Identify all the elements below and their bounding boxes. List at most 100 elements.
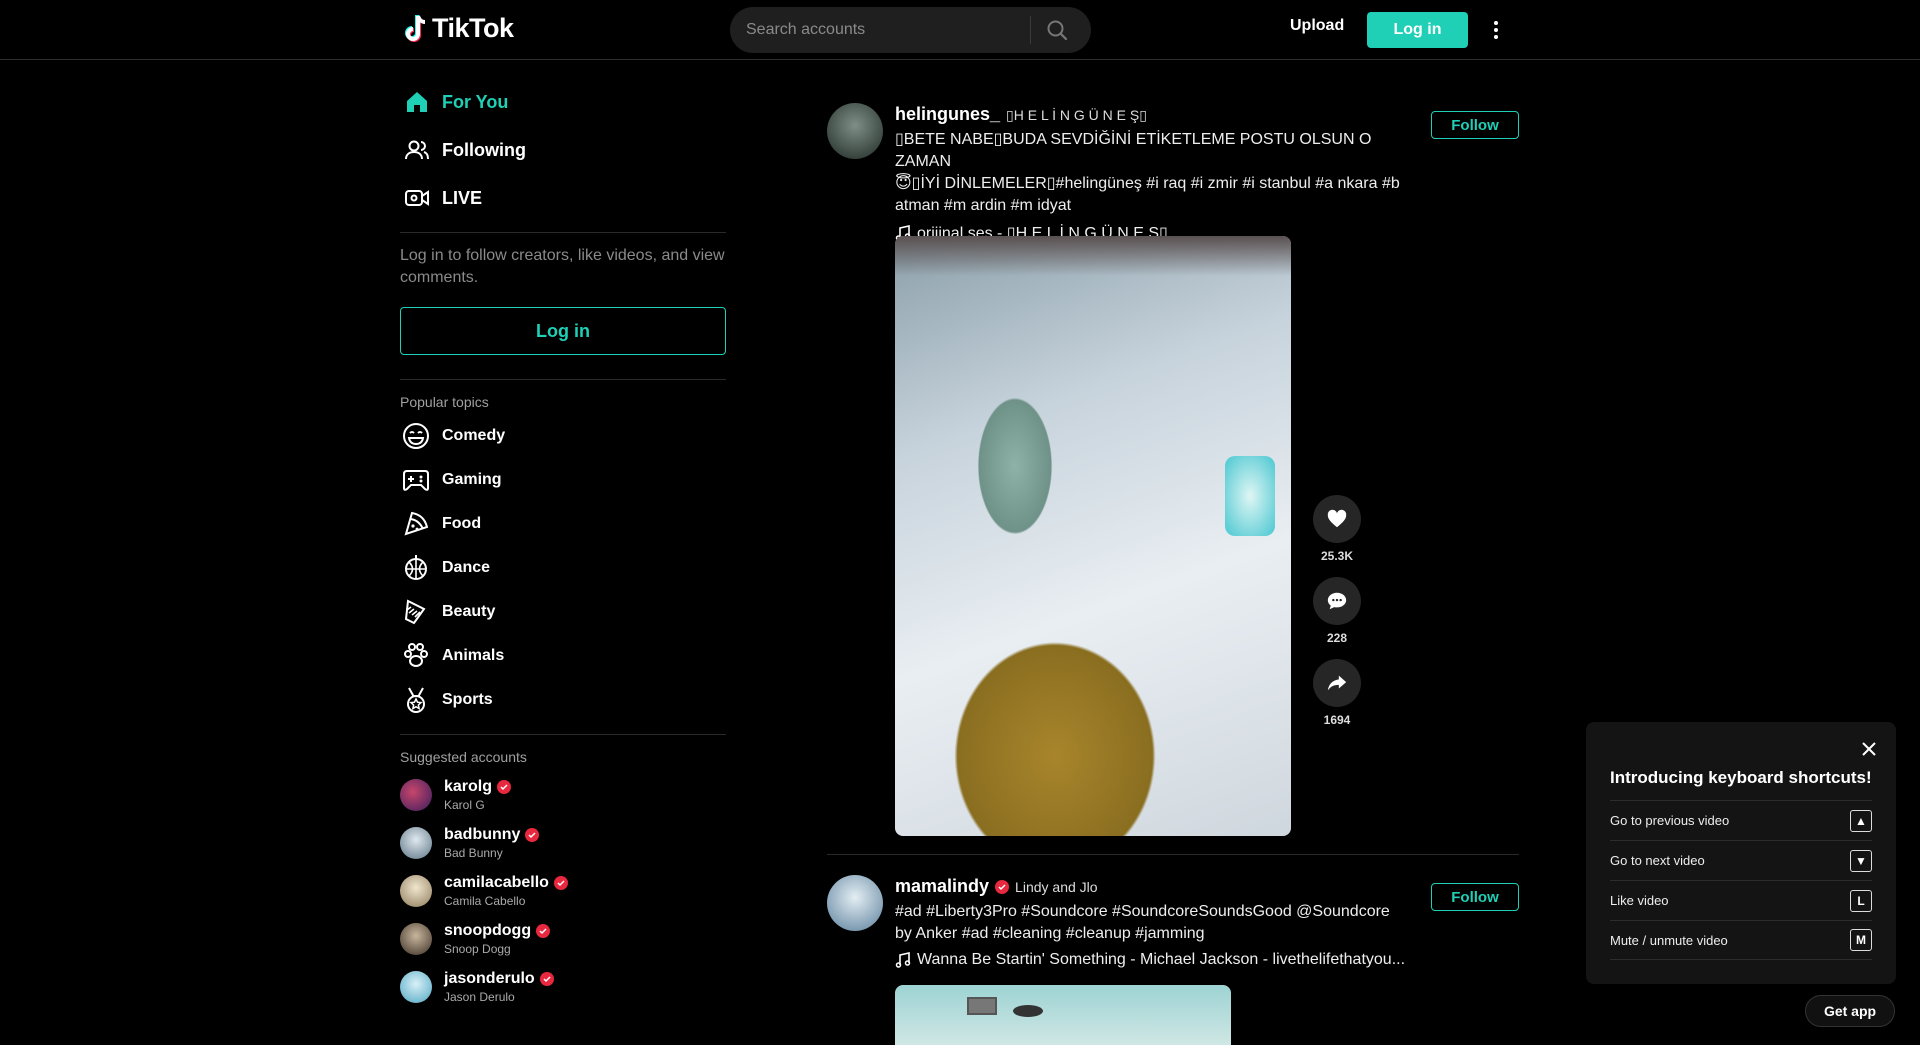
divider xyxy=(400,734,726,735)
comment-icon xyxy=(1327,592,1347,610)
more-menu-icon[interactable] xyxy=(1486,16,1506,44)
topic-animals[interactable]: Animals xyxy=(400,634,726,678)
login-hint-text: Log in to follow creators, like videos, … xyxy=(400,247,725,286)
avatar xyxy=(400,875,432,907)
topic-beauty[interactable]: Beauty xyxy=(400,590,726,634)
search-button[interactable] xyxy=(1031,7,1083,53)
post-username[interactable]: helingunes_ xyxy=(895,104,1000,125)
nav-following[interactable]: Following xyxy=(400,126,726,174)
get-app-button[interactable]: Get app xyxy=(1805,995,1895,1027)
top-header: TikTok Upload Log in xyxy=(0,0,1920,60)
video-player[interactable] xyxy=(895,985,1231,1045)
topic-label: Gaming xyxy=(442,471,502,488)
search-icon xyxy=(1047,20,1068,41)
post-body: helingunes_ ▯H E L İ N G Ü N E Ş▯ ▯BETE … xyxy=(895,104,1415,243)
music-title: Wanna Be Startin' Something - Michael Ja… xyxy=(917,951,1406,968)
shortcut-row: Go to next video ▼ xyxy=(1610,840,1872,880)
music-note-icon xyxy=(895,952,911,968)
avatar xyxy=(400,971,432,1003)
shortcut-label: Go to next video xyxy=(1610,853,1705,868)
feed-post: helingunes_ ▯H E L İ N G Ü N E Ş▯ ▯BETE … xyxy=(827,103,1519,843)
verified-icon xyxy=(995,879,1010,894)
follow-button[interactable]: Follow xyxy=(1431,111,1519,139)
nav-for-you[interactable]: For You xyxy=(400,78,726,126)
down-key-icon: ▼ xyxy=(1850,849,1872,872)
suggested-accounts-title: Suggested accounts xyxy=(400,749,527,765)
follow-button[interactable]: Follow xyxy=(1431,883,1519,911)
verified-icon xyxy=(536,924,551,938)
login-button[interactable]: Log in xyxy=(1367,12,1468,48)
account-name: Karol G xyxy=(444,798,485,812)
m-key-icon: M xyxy=(1850,929,1872,951)
nav-label: LIVE xyxy=(442,187,483,208)
shortcut-label: Go to previous video xyxy=(1610,813,1730,828)
nav-label: For You xyxy=(442,91,509,112)
beauty-icon xyxy=(404,599,426,625)
post-username[interactable]: mamalindy xyxy=(895,876,989,897)
topic-gaming[interactable]: Gaming xyxy=(400,458,726,502)
topic-label: Beauty xyxy=(442,603,496,620)
comedy-icon xyxy=(403,423,429,449)
verified-icon xyxy=(525,828,540,842)
post-avatar[interactable] xyxy=(827,103,883,159)
verified-icon xyxy=(539,972,554,986)
avatar xyxy=(400,827,432,859)
suggested-account[interactable]: karolg Karol G xyxy=(400,771,726,819)
account-handle: badbunny xyxy=(444,826,521,843)
tiktok-note-icon xyxy=(405,14,426,42)
topic-dance[interactable]: Dance xyxy=(400,546,726,590)
description-line: 😇▯İYİ DİNLEMELER▯#helingüneş #i raq #i z… xyxy=(895,175,1400,192)
post-body: mamalindy Lindy and Jlo #ad #Liberty3Pro… xyxy=(895,876,1415,969)
upload-link[interactable]: Upload xyxy=(1290,17,1344,35)
topic-label: Animals xyxy=(442,647,505,664)
nav-label: Following xyxy=(442,139,526,160)
share-icon xyxy=(1327,675,1347,691)
account-handle: jasonderulo xyxy=(444,970,535,987)
suggested-account[interactable]: snoopdogg Snoop Dogg xyxy=(400,915,726,963)
topic-food[interactable]: Food xyxy=(400,502,726,546)
sports-icon xyxy=(407,687,425,713)
like-button[interactable] xyxy=(1313,495,1361,543)
topic-comedy[interactable]: Comedy xyxy=(400,414,726,458)
logo-text: TikTok xyxy=(432,13,514,43)
suggested-account[interactable]: jasonderulo Jason Derulo xyxy=(400,963,726,1011)
description-line: by Anker #ad #cleaning #cleanup #jamming xyxy=(895,925,1205,942)
post-description: ▯BETE NABE▯BUDA SEVDİĞİNİ ETİKETLEME POS… xyxy=(895,129,1415,217)
comment-count: 228 xyxy=(1326,631,1348,645)
comment-button[interactable] xyxy=(1313,577,1361,625)
popular-topics-title: Popular topics xyxy=(400,394,489,410)
account-name: Jason Derulo xyxy=(444,990,515,1004)
shortcut-row: Go to previous video ▲ xyxy=(1610,800,1872,840)
post-music[interactable]: Wanna Be Startin' Something - Michael Ja… xyxy=(895,951,1415,969)
account-name: Bad Bunny xyxy=(444,846,503,860)
shortcut-row: Like video L xyxy=(1610,880,1872,920)
up-key-icon: ▲ xyxy=(1850,809,1872,832)
suggested-account[interactable]: badbunny Bad Bunny xyxy=(400,819,726,867)
heart-icon xyxy=(1327,509,1347,528)
close-icon[interactable] xyxy=(1860,740,1878,758)
video-player[interactable] xyxy=(895,236,1291,836)
sidebar: For You Following LIVE Log in to follow … xyxy=(400,60,726,1011)
verified-icon xyxy=(553,876,568,890)
shortcut-label: Mute / unmute video xyxy=(1610,932,1728,948)
account-name: Snoop Dogg xyxy=(444,942,511,956)
post-nickname: ▯H E L İ N G Ü N E Ş▯ xyxy=(1006,107,1147,123)
like-count: 25.3K xyxy=(1320,549,1354,563)
divider xyxy=(400,232,726,233)
sidebar-login-button[interactable]: Log in xyxy=(400,307,726,355)
share-button[interactable] xyxy=(1313,659,1361,707)
animals-icon xyxy=(404,643,428,667)
post-avatar[interactable] xyxy=(827,875,883,931)
search-input[interactable] xyxy=(730,21,1030,39)
post-divider xyxy=(827,854,1519,855)
post-description: #ad #Liberty3Pro #Soundcore #SoundcoreSo… xyxy=(895,901,1415,945)
feed-post: mamalindy Lindy and Jlo #ad #Liberty3Pro… xyxy=(827,875,1519,1045)
tiktok-logo[interactable]: TikTok xyxy=(404,13,514,44)
topic-label: Sports xyxy=(442,691,493,708)
search-bar xyxy=(730,7,1091,53)
avatar xyxy=(400,923,432,955)
suggested-account[interactable]: camilacabello Camila Cabello xyxy=(400,867,726,915)
account-handle: snoopdogg xyxy=(444,922,532,939)
topic-sports[interactable]: Sports xyxy=(400,678,726,722)
nav-live[interactable]: LIVE xyxy=(400,174,726,222)
